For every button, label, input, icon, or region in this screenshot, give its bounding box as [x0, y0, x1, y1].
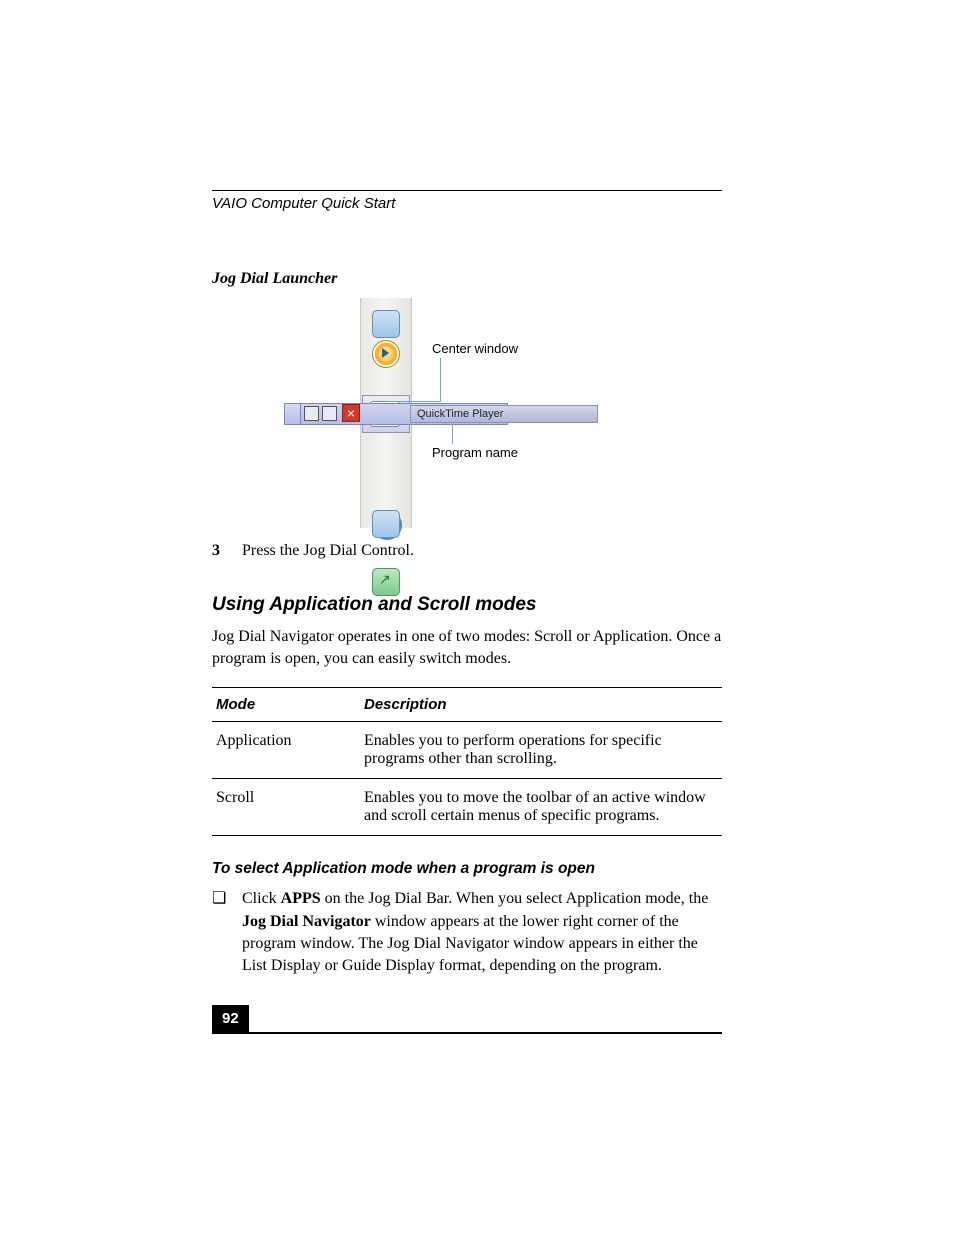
figure-caption: Jog Dial Launcher: [212, 270, 722, 288]
intro-paragraph: Jog Dial Navigator operates in one of tw…: [212, 626, 722, 669]
modes-table: Mode Description Application Enables you…: [212, 687, 722, 836]
jog-dial-bar-handle: [284, 403, 301, 425]
media-player-icon: [372, 340, 400, 368]
bar-icon-2: [322, 406, 337, 421]
keyboard-icon: [372, 310, 400, 338]
program-name-bar: QuickTime Player: [410, 405, 598, 423]
table-row: Application Enables you to perform opera…: [212, 722, 722, 779]
keyboard-icon-2: [372, 510, 400, 538]
desc-cell: Enables you to perform operations for sp…: [360, 722, 722, 779]
mode-cell: Scroll: [212, 779, 360, 836]
step-3: 3 Press the Jog Dial Control.: [212, 542, 722, 560]
section-heading: Using Application and Scroll modes: [212, 594, 722, 616]
page-footer: 92: [212, 1005, 722, 1034]
mode-cell: Application: [212, 722, 360, 779]
bullet-text: Click APPS on the Jog Dial Bar. When you…: [242, 888, 722, 978]
close-icon: [342, 404, 360, 422]
callout-program-name: Program name: [432, 446, 518, 459]
table-row: Scroll Enables you to move the toolbar o…: [212, 779, 722, 836]
callout-center-window: Center window: [432, 342, 518, 355]
page-number: 92: [212, 1005, 249, 1032]
table-head-desc: Description: [360, 688, 722, 722]
lead-line: [440, 358, 441, 402]
jog-dial-launcher-figure: QuickTime Player Center window Program n…: [212, 298, 722, 528]
table-head-mode: Mode: [212, 688, 360, 722]
desc-cell: Enables you to move the toolbar of an ac…: [360, 779, 722, 836]
lead-line: [452, 424, 453, 444]
step-text: Press the Jog Dial Control.: [242, 542, 722, 560]
bullet-item: ❏ Click APPS on the Jog Dial Bar. When y…: [212, 888, 722, 978]
lead-line: [387, 401, 441, 402]
step-number: 3: [212, 542, 242, 560]
bullet-icon: ❏: [212, 888, 242, 978]
bar-icon-1: [304, 406, 319, 421]
running-head: VAIO Computer Quick Start: [212, 195, 722, 212]
share-icon: [372, 568, 400, 596]
sub-heading: To select Application mode when a progra…: [212, 860, 722, 878]
